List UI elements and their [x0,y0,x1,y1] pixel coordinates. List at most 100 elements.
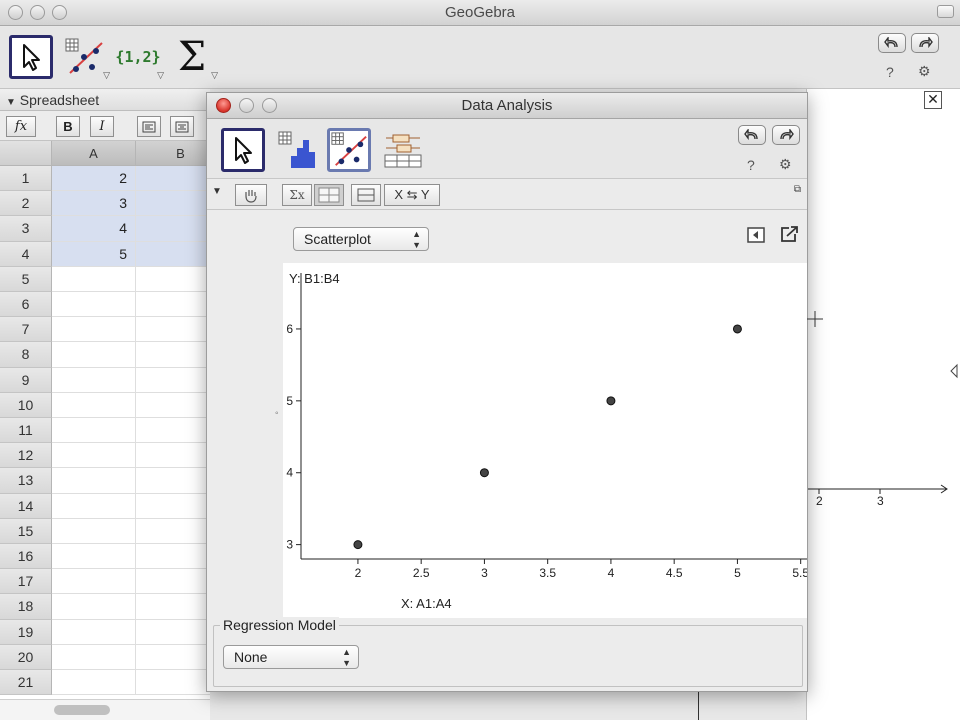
spreadsheet-cell-a[interactable] [52,544,136,570]
spreadsheet-cell-b[interactable] [136,191,210,217]
row-header[interactable]: 9 [0,367,52,393]
spreadsheet-cell-a[interactable] [52,392,136,418]
spreadsheet-cell-a[interactable] [52,266,136,292]
dialog-close-button[interactable] [216,98,231,113]
row-header[interactable]: 16 [0,544,52,570]
spreadsheet-cell-b[interactable] [136,393,210,418]
spreadsheet-cell-b[interactable] [136,645,210,670]
export-icon[interactable] [780,225,800,246]
spreadsheet-cell-b[interactable] [136,317,210,343]
dialog-zoom-button[interactable] [262,98,277,113]
row-header[interactable]: 17 [0,569,52,595]
dialog-minimize-button[interactable] [239,98,254,113]
spreadsheet-cell-a[interactable]: 2 [52,166,136,192]
row-header[interactable]: 14 [0,493,52,519]
spreadsheet-cell-b[interactable] [136,342,210,368]
row-header[interactable]: 18 [0,594,52,620]
row-header[interactable]: 15 [0,518,52,544]
row-header[interactable]: 20 [0,644,52,670]
help-icon[interactable]: ? [747,157,755,173]
create-list-tool-button[interactable]: {1,2} ▽ [115,35,164,80]
dialog-redo-button[interactable] [772,125,800,145]
help-icon[interactable]: ? [886,64,894,80]
row-header[interactable]: 11 [0,418,52,444]
spreadsheet-cell-b[interactable] [136,544,210,570]
spreadsheet-cell-a[interactable]: 3 [52,191,136,217]
sum-tool-button[interactable]: Σ ▽ [170,35,218,80]
row-header[interactable]: 13 [0,468,52,494]
two-variable-regression-button[interactable] [327,128,371,172]
row-header[interactable]: 21 [0,670,52,696]
row-header[interactable]: 5 [0,266,52,292]
spreadsheet-cell-b[interactable] [136,216,210,242]
panel-resize-handle[interactable]: ◦ [275,408,279,419]
graphics-view[interactable]: ✕ 2 3 [806,89,960,720]
spreadsheet-cell-b[interactable] [136,443,210,469]
statistics-toggle-button[interactable]: Σx [282,184,312,206]
spreadsheet-cell-a[interactable] [52,418,136,444]
spreadsheet-cell-a[interactable] [52,569,136,595]
second-plot-toggle-button[interactable] [351,184,381,206]
spreadsheet-cell-a[interactable] [52,292,136,318]
minimize-window-button[interactable] [30,5,45,20]
multi-variable-analysis-button[interactable] [381,128,425,172]
spreadsheet-cell-b[interactable] [136,241,210,267]
two-variable-regression-tool-button[interactable]: ▽ [62,35,110,80]
align-left-button[interactable] [137,116,161,137]
options-panel-toggle-icon[interactable] [747,227,765,246]
spreadsheet-cell-b[interactable] [136,670,210,696]
column-header-b[interactable]: B [136,141,210,166]
spreadsheet-grid[interactable]: A B 1 2 2 3 3 4 4 5 5 6 7 8 9 10 11 12 13 14 15 16 17 18 19 20 2… [0,141,210,699]
row-header[interactable]: 8 [0,342,52,368]
spreadsheet-cell-b[interactable] [136,569,210,595]
collapse-triangle-icon[interactable]: ▼ [212,186,222,197]
spreadsheet-cell-a[interactable] [52,670,136,696]
spreadsheet-cell-a[interactable] [52,493,136,519]
spreadsheet-cell-a[interactable] [52,619,136,645]
spreadsheet-cell-b[interactable] [136,368,210,393]
spreadsheet-cell-b[interactable] [136,267,210,292]
spreadsheet-cell-a[interactable] [52,367,136,393]
spreadsheet-cell-b[interactable] [136,292,210,318]
row-header[interactable]: 19 [0,619,52,645]
italic-button[interactable]: I [90,116,114,137]
dialog-undo-button[interactable] [738,125,766,145]
row-header[interactable]: 4 [0,241,52,267]
gear-icon[interactable]: ⚙ [779,156,792,173]
close-window-button[interactable] [8,5,23,20]
spreadsheet-cell-a[interactable] [52,518,136,544]
row-header[interactable]: 6 [0,292,52,318]
data-table-toggle-button[interactable] [314,184,344,206]
column-header-a[interactable]: A [52,141,136,166]
spreadsheet-cell-a[interactable] [52,443,136,469]
row-header[interactable]: 2 [0,191,52,217]
move-tool-button[interactable] [9,35,53,79]
spreadsheet-cell-b[interactable] [136,594,210,620]
row-header[interactable]: 7 [0,317,52,343]
spreadsheet-cell-b[interactable] [136,166,210,192]
row-header[interactable]: 10 [0,392,52,418]
scatterplot-panel[interactable]: 2 2.5 3 3.5 4 4.5 5 5.5 3 4 5 6 Y: B1:B4 X: A1:A4 [283,263,809,618]
spreadsheet-horizontal-scrollbar[interactable] [0,699,210,720]
spreadsheet-cell-b[interactable] [136,418,210,444]
plot-type-select[interactable]: Scatterplot ▲ ▼ [293,227,429,251]
corner-header[interactable] [0,141,52,166]
spreadsheet-cell-a[interactable]: 4 [52,216,136,242]
undo-button[interactable] [878,33,906,53]
row-header[interactable]: 3 [0,216,52,242]
spreadsheet-cell-a[interactable] [52,342,136,368]
collapse-triangle-icon[interactable]: ▼ [6,97,16,108]
spreadsheet-cell-b[interactable] [136,468,210,494]
one-variable-analysis-button[interactable] [275,128,319,172]
zoom-window-button[interactable] [52,5,67,20]
spreadsheet-cell-b[interactable] [136,519,210,544]
spreadsheet-cell-a[interactable] [52,317,136,343]
data-source-button[interactable] [235,184,267,206]
bold-button[interactable]: B [56,116,80,137]
spreadsheet-cell-b[interactable] [136,620,210,645]
detach-icon[interactable]: ⧉ [794,184,801,195]
spreadsheet-cell-a[interactable] [52,644,136,670]
row-header[interactable]: 12 [0,443,52,469]
toolbar-toggle-button[interactable] [937,5,954,18]
regression-model-select[interactable]: None ▲ ▼ [223,645,359,669]
